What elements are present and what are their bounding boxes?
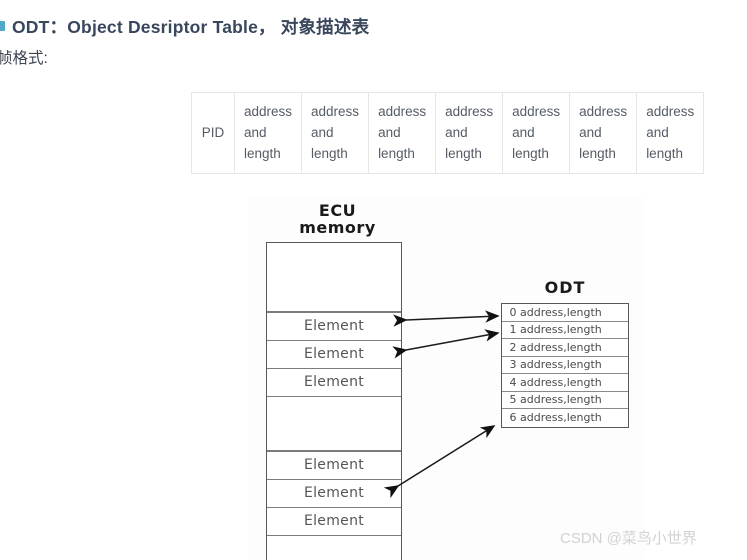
table-row: PID address and length address and lengt… <box>191 92 705 174</box>
odt-row-text: address,length <box>520 375 602 389</box>
odt-row: 1 address,length <box>502 322 628 339</box>
odt-row-index: 0 <box>509 305 517 319</box>
cell-line-and: and <box>646 125 669 140</box>
table-cell-address-length: address and length <box>301 92 370 174</box>
odt-row-text: address,length <box>520 305 602 319</box>
odt-row: 5 address,length <box>502 392 628 409</box>
cell-line-length: length <box>244 146 281 161</box>
cell-line-length: length <box>378 146 415 161</box>
odt-row: 0 address,length <box>502 304 628 322</box>
odt-table: 0 address,length 1 address,length 2 addr… <box>501 303 629 428</box>
cell-line-and: and <box>311 125 334 140</box>
memory-block-label: Element <box>303 346 365 362</box>
arrow-element2-to-odt1 <box>392 329 500 359</box>
memory-block-element: Element <box>267 508 401 536</box>
cell-line-and: and <box>579 125 602 140</box>
memory-block-element: Element <box>267 313 401 341</box>
cell-line-address: address <box>579 104 628 119</box>
memory-block-element: Element <box>267 341 401 369</box>
cell-line-address: address <box>244 104 293 119</box>
ecu-memory-column: Element Element Element Element Element … <box>266 242 402 560</box>
memory-block-label: Element <box>303 318 365 334</box>
odt-row: 4 address,length <box>502 374 628 392</box>
cell-line-address: address <box>311 104 360 119</box>
cell-line-address: address <box>378 104 427 119</box>
ecu-label-line2: memory <box>299 218 376 237</box>
arrow-element1-to-odt0 <box>392 310 500 327</box>
odt-row-text: address,length <box>520 340 602 354</box>
cell-line-and: and <box>244 125 267 140</box>
cell-line-address: address <box>646 104 695 119</box>
odt-row-index: 5 <box>509 393 517 407</box>
memory-block-empty <box>267 536 401 560</box>
odt-row: 6 address,length <box>502 409 628 427</box>
odt-memory-diagram: ECU memory Element Element Element Eleme… <box>248 198 645 560</box>
cell-line-and: and <box>378 125 401 140</box>
cell-line-length: length <box>646 146 683 161</box>
memory-block-label: Element <box>303 374 365 390</box>
memory-block-element: Element <box>267 480 401 508</box>
cell-line-and: and <box>445 125 468 140</box>
memory-block-empty <box>267 397 401 452</box>
cell-line-length: length <box>445 146 482 161</box>
table-cell-address-length: address and length <box>435 92 504 174</box>
table-cell-address-length: address and length <box>233 92 303 174</box>
odt-row: 2 address,length <box>502 339 628 357</box>
memory-block-element: Element <box>267 369 401 397</box>
odt-row-text: address,length <box>520 323 602 337</box>
odt-row-text: address,length <box>520 393 602 407</box>
memory-block-empty <box>267 243 401 313</box>
frame-format-table: PID address and length address and lengt… <box>191 92 705 174</box>
cell-line-length: length <box>311 146 348 161</box>
odt-row-index: 4 <box>509 375 517 389</box>
square-bullet-icon <box>0 21 5 31</box>
table-cell-address-length: address and length <box>502 92 571 174</box>
heading-title: ODT：Object Desriptor Table， 对象描述表 <box>12 16 370 37</box>
table-cell-address-length: address and length <box>569 92 638 174</box>
memory-block-label: Element <box>303 457 365 473</box>
odt-row: 3 address,length <box>502 357 628 374</box>
odt-row-index: 2 <box>509 340 517 354</box>
odt-row-text: address,length <box>520 358 602 372</box>
cell-line-address: address <box>445 104 494 119</box>
arrow-element6-to-odt6 <box>383 425 496 499</box>
odt-row-text: address,length <box>520 411 602 425</box>
memory-block-element: Element <box>267 452 401 480</box>
cell-line-and: and <box>512 125 535 140</box>
subheading-frame-format: 帧格式: <box>0 50 48 67</box>
odt-table-label: ODT <box>544 278 586 297</box>
cell-line-length: length <box>579 146 616 161</box>
table-cell-address-length: address and length <box>636 92 705 174</box>
memory-block-label: Element <box>303 513 365 529</box>
odt-row-index: 1 <box>509 323 517 337</box>
ecu-memory-label: ECU memory <box>270 202 405 236</box>
table-cell-pid: PID <box>191 92 235 174</box>
cell-line-length: length <box>512 146 549 161</box>
table-cell-address-length: address and length <box>368 92 437 174</box>
memory-block-label: Element <box>303 485 365 501</box>
page-heading: ODT：Object Desriptor Table， 对象描述表 <box>0 9 747 43</box>
csdn-watermark: CSDN @菜鸟小世界 <box>560 530 697 547</box>
cell-line-address: address <box>512 104 561 119</box>
odt-row-index: 6 <box>509 411 517 425</box>
odt-row-index: 3 <box>509 358 517 372</box>
